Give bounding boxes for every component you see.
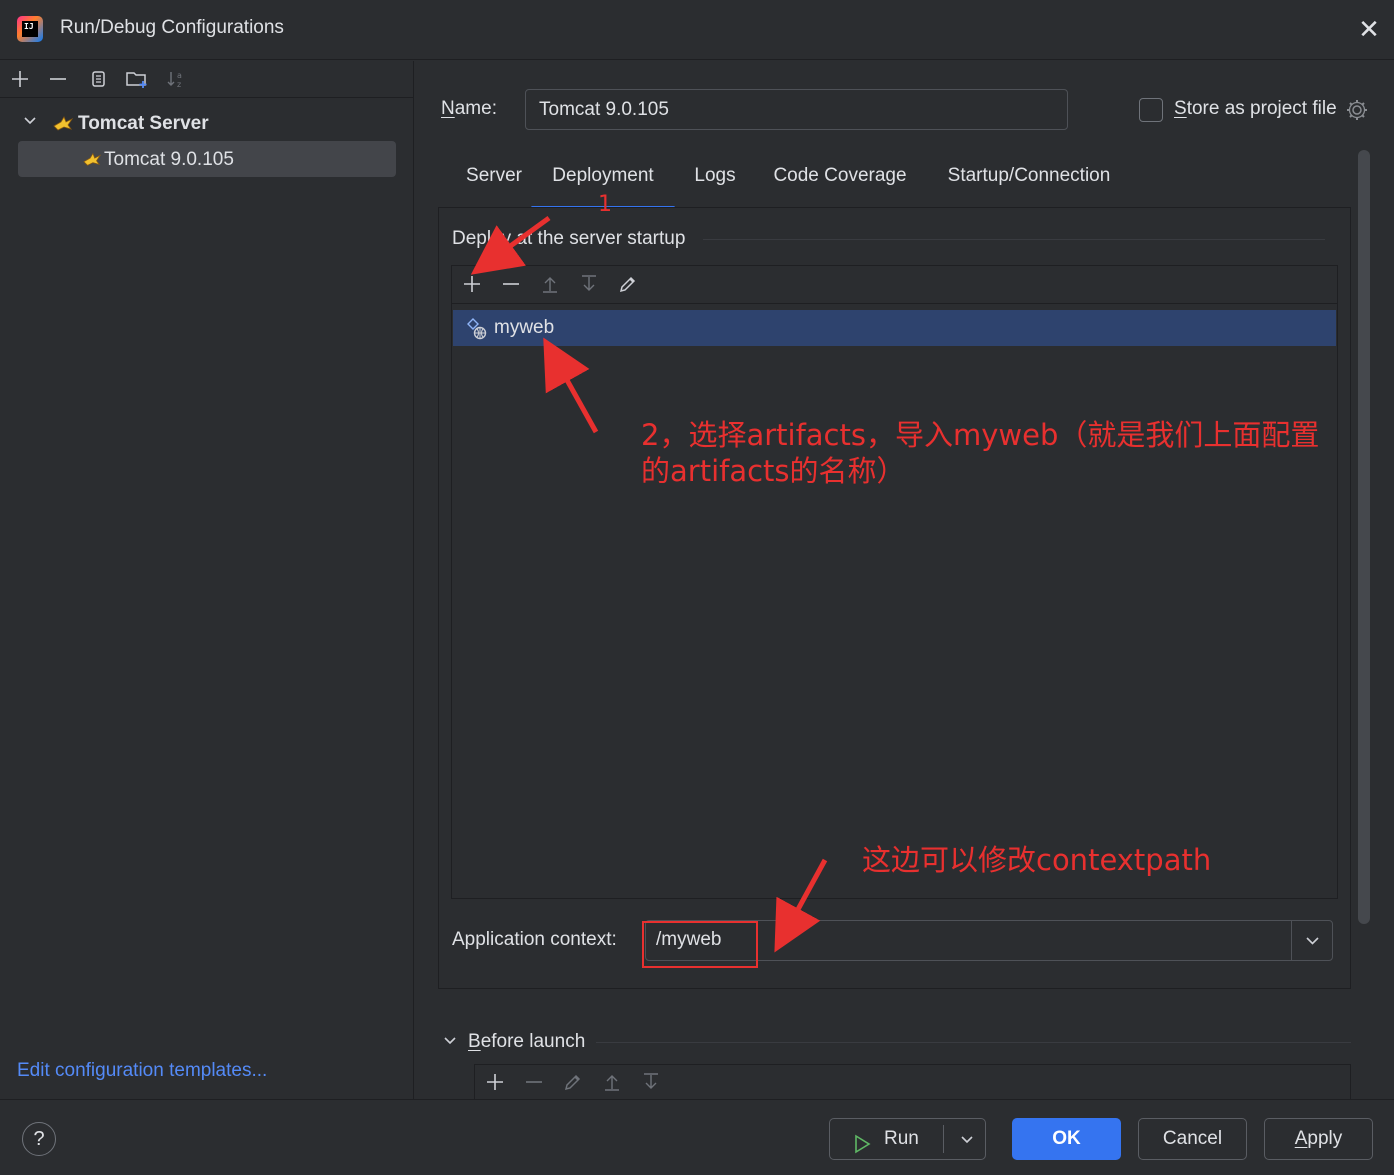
button-divider <box>943 1125 944 1153</box>
tree-group-label: Tomcat Server <box>78 113 209 134</box>
tomcat-icon <box>82 150 102 174</box>
apply-button[interactable]: Apply <box>1264 1118 1373 1160</box>
application-context-label: Application context: <box>452 929 617 950</box>
artifact-label: myweb <box>494 317 555 338</box>
tree-item-tomcat-config[interactable]: Tomcat 9.0.105 <box>18 141 396 177</box>
add-icon[interactable] <box>6 65 34 93</box>
add-icon[interactable] <box>458 270 486 298</box>
window-title: Run/Debug Configurations <box>60 17 284 38</box>
tree-item-label: Tomcat 9.0.105 <box>104 149 234 170</box>
artifact-list <box>451 265 1338 899</box>
annotation-step-1: 1 <box>598 192 612 217</box>
edit-templates-link[interactable]: Edit configuration templates... <box>17 1060 267 1082</box>
cancel-button[interactable]: Cancel <box>1138 1118 1247 1160</box>
list-item[interactable]: myweb <box>453 310 1336 346</box>
tab-code-coverage[interactable]: Code Coverage <box>770 155 910 209</box>
remove-icon[interactable] <box>520 1068 548 1096</box>
before-launch-toolbar <box>474 1064 1351 1100</box>
tab-server[interactable]: Server <box>458 155 530 209</box>
run-label: Run <box>884 1128 919 1149</box>
add-icon[interactable] <box>481 1068 509 1096</box>
artifact-list-toolbar <box>452 266 1337 304</box>
chevron-down-icon[interactable] <box>442 1032 458 1052</box>
move-up-icon[interactable] <box>536 270 564 298</box>
copy-icon[interactable] <box>84 65 112 93</box>
chevron-down-icon[interactable] <box>950 1119 984 1159</box>
sidebar-toolbar: az <box>0 61 414 98</box>
chevron-down-icon[interactable] <box>22 112 38 132</box>
configurations-sidebar <box>0 61 414 1099</box>
annotation-highlight-box <box>642 921 758 968</box>
svg-text:a: a <box>177 71 182 80</box>
tomcat-icon <box>52 113 74 139</box>
before-launch-label[interactable]: Before launch <box>468 1031 585 1053</box>
edit-icon[interactable] <box>559 1068 587 1096</box>
folder-add-icon[interactable] <box>123 65 151 93</box>
intellij-logo-icon: IJ <box>17 16 43 42</box>
move-up-icon[interactable] <box>598 1068 626 1096</box>
sort-alpha-icon[interactable]: az <box>162 65 190 93</box>
close-icon[interactable]: ✕ <box>1352 14 1386 46</box>
chevron-down-icon[interactable] <box>1293 921 1332 960</box>
vertical-scrollbar[interactable] <box>1358 150 1370 924</box>
tab-startup-connection[interactable]: Startup/Connection <box>942 155 1116 209</box>
section-divider <box>703 239 1325 240</box>
ok-button[interactable]: OK <box>1012 1118 1121 1160</box>
remove-icon[interactable] <box>44 65 72 93</box>
tab-logs[interactable]: Logs <box>690 155 740 209</box>
combo-divider <box>1291 921 1292 960</box>
name-field[interactable] <box>525 89 1068 130</box>
svg-text:z: z <box>177 80 181 89</box>
tree-group-tomcat-server[interactable]: Tomcat Server <box>18 108 398 140</box>
play-icon <box>852 1129 872 1169</box>
annotation-step-2: 2，选择artifacts，导入myweb（就是我们上面配置的artifacts… <box>641 418 1320 488</box>
move-down-icon[interactable] <box>575 270 603 298</box>
store-as-project-checkbox[interactable] <box>1139 98 1163 122</box>
move-down-icon[interactable] <box>637 1068 665 1096</box>
store-as-project-label[interactable]: Store as project file <box>1174 98 1337 120</box>
web-artifact-icon <box>465 317 489 347</box>
deploy-section-title: Deploy at the server startup <box>452 228 686 249</box>
edit-icon[interactable] <box>614 270 642 298</box>
remove-icon[interactable] <box>497 270 525 298</box>
help-button[interactable]: ? <box>22 1122 56 1156</box>
annotation-context-note: 这边可以修改contextpath <box>862 843 1212 877</box>
gear-icon[interactable] <box>1344 97 1370 123</box>
name-label: Name: <box>441 98 497 119</box>
run-button[interactable]: Run <box>829 1118 986 1160</box>
section-divider <box>596 1042 1351 1043</box>
